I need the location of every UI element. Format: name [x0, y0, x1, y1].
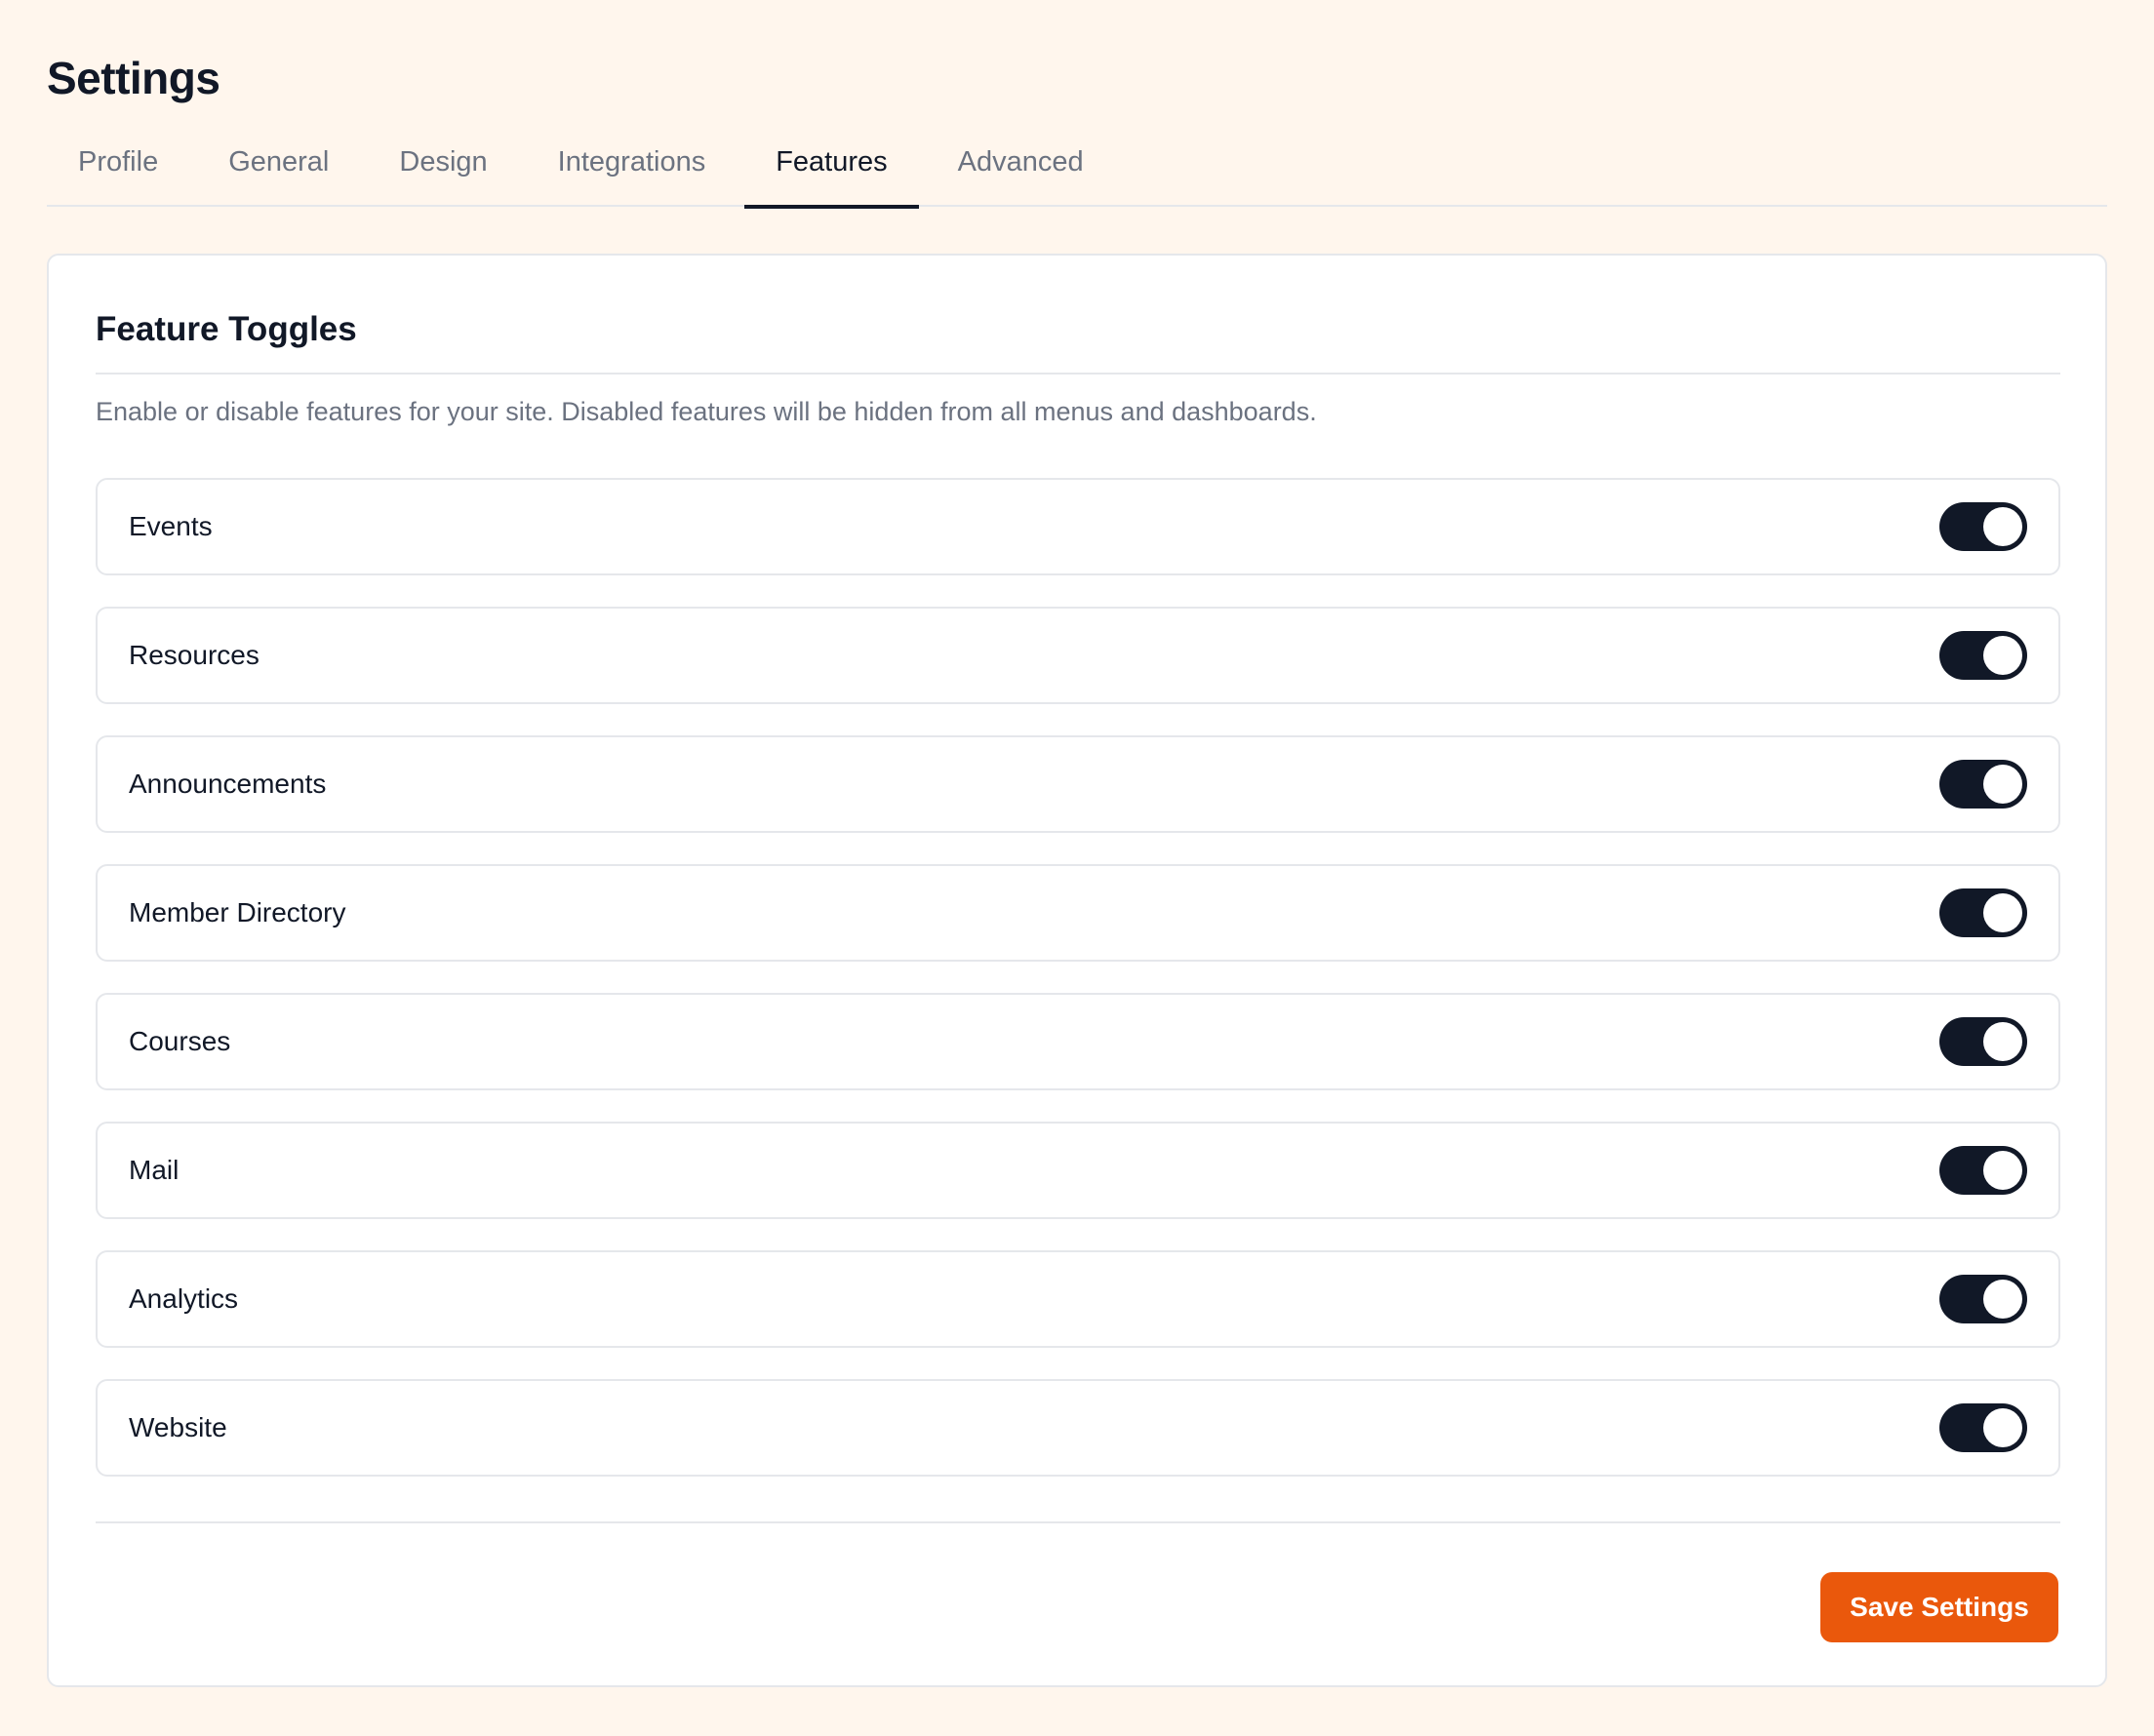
- tab-profile[interactable]: Profile: [47, 135, 189, 207]
- feature-row-events: Events: [96, 478, 2060, 575]
- feature-label: Events: [129, 511, 213, 541]
- toggle-knob: [1983, 636, 2022, 675]
- feature-row-mail: Mail: [96, 1122, 2060, 1219]
- feature-label: Member Directory: [129, 897, 346, 927]
- toggle-knob: [1983, 1022, 2022, 1061]
- card-description: Enable or disable features for your site…: [96, 397, 1317, 426]
- card-title: Feature Toggles: [96, 310, 357, 348]
- toggle-knob: [1983, 1280, 2022, 1319]
- toggle-knob: [1983, 507, 2022, 546]
- settings-tabs: Profile General Design Integrations Feat…: [47, 135, 2107, 209]
- tab-features[interactable]: Features: [744, 135, 920, 209]
- tab-advanced[interactable]: Advanced: [927, 135, 1115, 207]
- feature-label: Announcements: [129, 769, 327, 799]
- toggle-knob: [1983, 1408, 2022, 1447]
- feature-row-analytics: Analytics: [96, 1250, 2060, 1348]
- page-title: Settings: [47, 53, 220, 103]
- mail-toggle[interactable]: [1939, 1146, 2027, 1195]
- toggle-knob: [1983, 765, 2022, 804]
- toggle-knob: [1983, 1151, 2022, 1190]
- feature-row-member-directory: Member Directory: [96, 864, 2060, 962]
- tab-integrations[interactable]: Integrations: [527, 135, 738, 207]
- analytics-toggle[interactable]: [1939, 1275, 2027, 1323]
- feature-label: Resources: [129, 640, 259, 670]
- tab-design[interactable]: Design: [368, 135, 518, 207]
- feature-label: Courses: [129, 1026, 231, 1056]
- save-settings-button[interactable]: Save Settings: [1820, 1572, 2058, 1642]
- divider: [96, 373, 2060, 375]
- feature-list: Events Resources Announcements Member Di…: [96, 478, 2060, 1508]
- tab-general[interactable]: General: [197, 135, 360, 207]
- events-toggle[interactable]: [1939, 502, 2027, 551]
- feature-row-resources: Resources: [96, 607, 2060, 704]
- divider: [96, 1521, 2060, 1523]
- resources-toggle[interactable]: [1939, 631, 2027, 680]
- feature-row-announcements: Announcements: [96, 735, 2060, 833]
- feature-label: Analytics: [129, 1283, 239, 1314]
- feature-row-courses: Courses: [96, 993, 2060, 1090]
- feature-label: Mail: [129, 1155, 180, 1185]
- announcements-toggle[interactable]: [1939, 760, 2027, 809]
- member-directory-toggle[interactable]: [1939, 888, 2027, 937]
- feature-toggles-card: Feature Toggles Enable or disable featur…: [47, 254, 2107, 1687]
- feature-row-website: Website: [96, 1379, 2060, 1477]
- feature-label: Website: [129, 1412, 227, 1442]
- courses-toggle[interactable]: [1939, 1017, 2027, 1066]
- toggle-knob: [1983, 893, 2022, 932]
- website-toggle[interactable]: [1939, 1403, 2027, 1452]
